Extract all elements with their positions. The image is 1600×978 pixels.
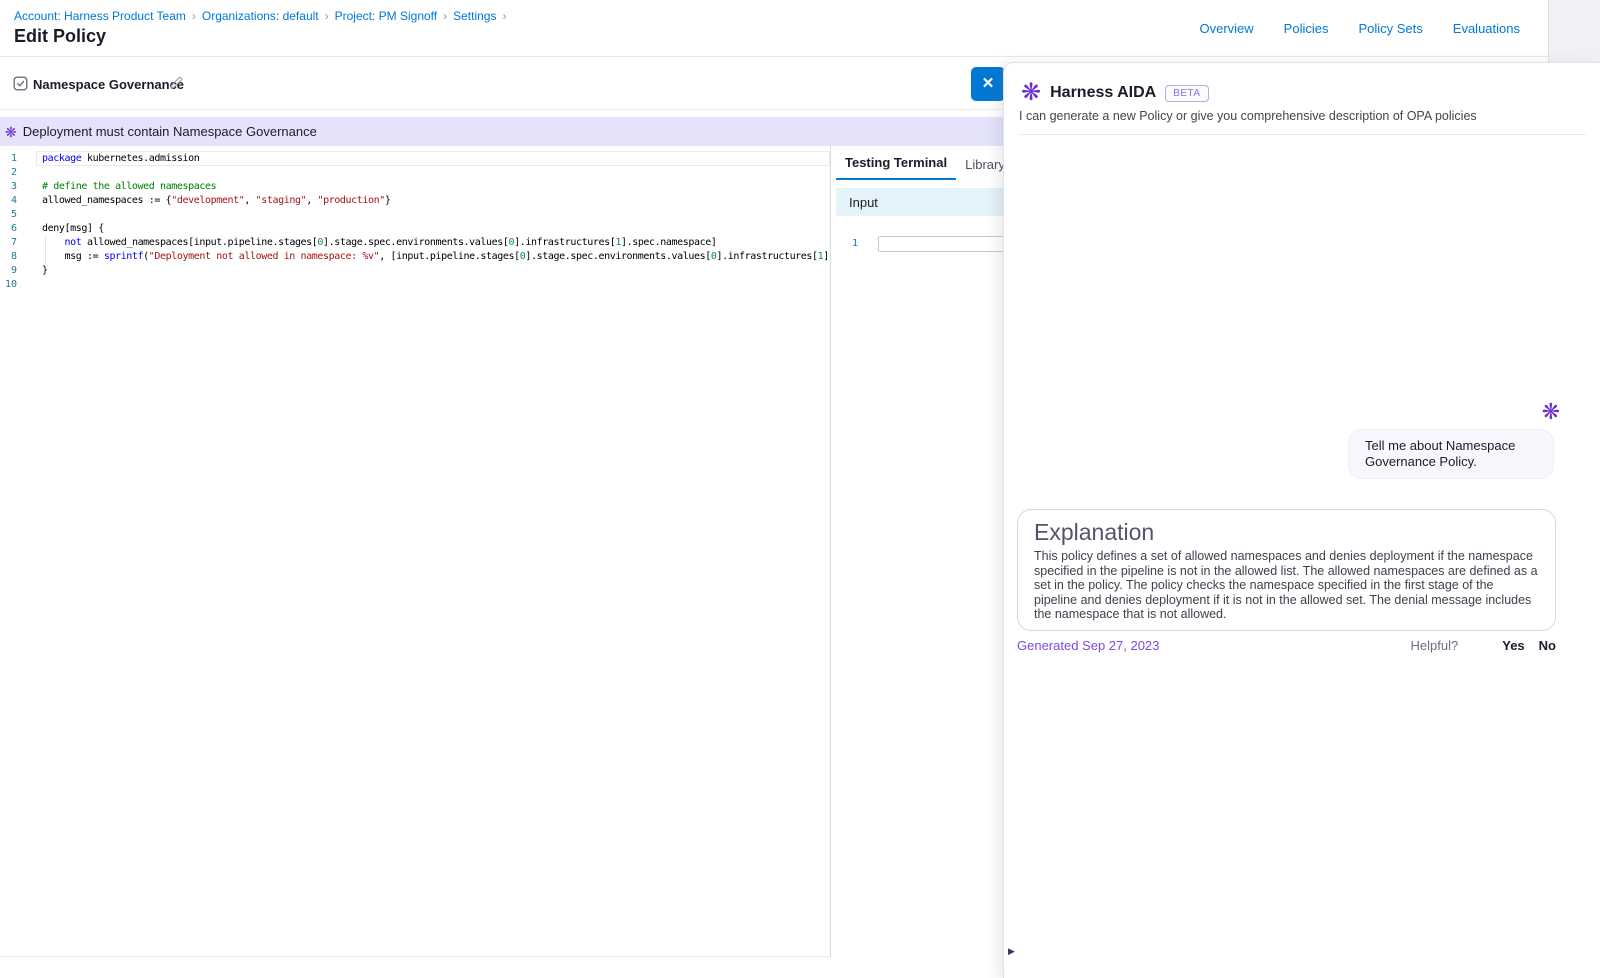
nav-link-evaluations[interactable]: Evaluations: [1453, 21, 1520, 36]
breadcrumb-link[interactable]: Organizations: default: [202, 9, 319, 23]
terminal-line-number: 1: [846, 238, 858, 249]
code-line: 9}: [0, 264, 830, 278]
policy-check-icon: [13, 76, 28, 91]
user-message-bubble: Tell me about Namespace Governance Polic…: [1348, 429, 1554, 479]
line-number: 5: [0, 208, 17, 222]
code-line-text: msg := sprintf("Deployment not allowed i…: [42, 250, 831, 264]
nav-link-overview[interactable]: Overview: [1199, 21, 1253, 36]
policy-name: Namespace Governance: [33, 77, 184, 92]
close-aida-button[interactable]: ✕: [971, 67, 1005, 101]
code-line: 10: [0, 278, 830, 292]
breadcrumb-link[interactable]: Account: Harness Product Team: [14, 9, 186, 23]
breadcrumb-link[interactable]: Project: PM Signoff: [335, 9, 438, 23]
code-line: 7 not allowed_namespaces[input.pipeline.…: [0, 236, 830, 250]
aida-header-divider: [1018, 134, 1586, 135]
line-number: 1: [0, 152, 17, 166]
code-line: 1 package kubernetes.admission: [0, 152, 830, 166]
aida-subtitle: I can generate a new Policy or give you …: [1019, 109, 1477, 123]
code-line: 6 deny[msg] {: [0, 222, 830, 236]
code-line: 5: [0, 208, 830, 222]
aida-suggestion-banner: ❋ Deployment must contain Namespace Gove…: [0, 117, 1004, 146]
code-line-text: # define the allowed namespaces: [42, 180, 216, 194]
page-header: Account: Harness Product Team › Organizati…: [0, 0, 1600, 57]
explanation-card: Explanation This policy defines a set of…: [1017, 509, 1556, 631]
code-line: 3 # define the allowed namespaces: [0, 180, 830, 194]
nav-link-policy-sets[interactable]: Policy Sets: [1358, 21, 1422, 36]
breadcrumb-separator: ›: [502, 9, 506, 23]
code-line-text: package kubernetes.admission: [42, 152, 199, 166]
line-number: 7: [0, 236, 17, 250]
line-number: 9: [0, 264, 17, 278]
code-lines: 1 package kubernetes.admission 23 # define …: [0, 152, 830, 292]
code-line-text: deny[msg] {: [42, 222, 104, 236]
aida-panel: ❋ Harness AIDA BETA I can generate a new…: [1003, 62, 1600, 978]
helpful-label: Helpful?: [1411, 638, 1459, 653]
policy-code-editor[interactable]: 1 package kubernetes.admission 23 # define …: [0, 146, 831, 957]
top-nav: Overview Policies Policy Sets Evaluations: [1199, 21, 1520, 36]
code-line: 8 msg := sprintf("Deployment not allowed…: [0, 250, 830, 264]
breadcrumb-separator: ›: [192, 9, 196, 23]
aida-logo-icon: ❋: [1021, 81, 1041, 105]
breadcrumb: Account: Harness Product Team › Organizati…: [14, 9, 512, 23]
line-number: 10: [0, 278, 17, 292]
aida-flower-icon: ❋: [5, 125, 17, 139]
user-message-text: Tell me about Namespace Governance Polic…: [1365, 438, 1537, 470]
edit-policy-page: Account: Harness Product Team › Organizati…: [0, 0, 1600, 978]
line-number: 8: [0, 250, 17, 264]
edit-pencil-icon[interactable]: [168, 75, 184, 91]
line-number: 2: [0, 166, 17, 180]
page-title: Edit Policy: [14, 26, 106, 47]
breadcrumb-separator: ›: [325, 9, 329, 23]
aida-avatar-icon: ❋: [1542, 401, 1560, 423]
banner-text: Deployment must contain Namespace Govern…: [23, 124, 317, 139]
line-number: 4: [0, 194, 17, 208]
code-line: 4 allowed_namespaces := {"development", "…: [0, 194, 830, 208]
helpful-yes-button[interactable]: Yes: [1502, 638, 1524, 653]
explanation-body: This policy defines a set of allowed nam…: [1034, 549, 1539, 622]
breadcrumb-separator: ›: [443, 9, 447, 23]
nav-link-policies[interactable]: Policies: [1284, 21, 1329, 36]
code-line: 2: [0, 166, 830, 180]
helpful-no-button[interactable]: No: [1539, 638, 1556, 653]
policy-toolbar: Namespace Governance: [0, 57, 1004, 110]
generated-timestamp: Generated Sep 27, 2023: [1017, 638, 1159, 653]
code-line-text: }: [42, 264, 48, 278]
line-number: 6: [0, 222, 17, 236]
code-line-text: not allowed_namespaces[input.pipeline.st…: [42, 236, 717, 250]
line-number: 3: [0, 180, 17, 194]
aida-title: Harness AIDA: [1050, 84, 1156, 102]
panel-resize-handle-icon[interactable]: ▶: [1008, 945, 1020, 957]
tab-testing-terminal[interactable]: Testing Terminal: [836, 147, 956, 180]
input-header-label: Input: [849, 195, 878, 210]
aida-footer: Generated Sep 27, 2023 Helpful? Yes No: [1017, 638, 1556, 658]
code-line-text: allowed_namespaces := {"development", "s…: [42, 194, 391, 208]
explanation-title: Explanation: [1034, 519, 1539, 546]
breadcrumb-link[interactable]: Settings: [453, 9, 496, 23]
beta-badge: BETA: [1165, 85, 1208, 102]
header-right-strip: [1548, 0, 1600, 62]
